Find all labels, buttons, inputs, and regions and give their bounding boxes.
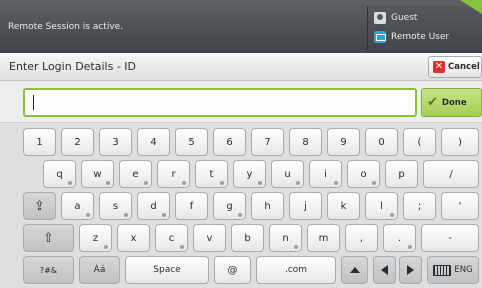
key[interactable]: n: [269, 224, 302, 252]
text-caret: [33, 95, 34, 110]
keyboard-icon: [433, 264, 452, 276]
key[interactable]: l: [365, 192, 398, 220]
key[interactable]: 7: [251, 128, 284, 156]
key[interactable]: p: [385, 160, 418, 188]
key[interactable]: ): [441, 128, 479, 156]
key[interactable]: s: [99, 192, 132, 220]
at-key[interactable]: @: [214, 256, 251, 284]
on-screen-keyboard: 1 2 3 4 5 6 7 8 9 0 ( ) q w e r t y u i …: [0, 122, 482, 288]
caps-lock-icon: ⇪: [34, 198, 45, 214]
key[interactable]: q: [43, 160, 76, 188]
close-icon: ✕: [433, 61, 445, 73]
key[interactable]: 6: [213, 128, 246, 156]
key[interactable]: x: [117, 224, 150, 252]
key[interactable]: m: [307, 224, 340, 252]
guest-row: Guest: [374, 12, 417, 24]
accents-key[interactable]: Àá: [79, 256, 120, 284]
cursor-right-key[interactable]: [399, 256, 422, 284]
dotcom-key[interactable]: .com: [256, 256, 336, 284]
remote-session-message: Remote Session is active.: [8, 22, 124, 32]
key[interactable]: 2: [61, 128, 94, 156]
corner-accent: [460, 0, 482, 14]
key[interactable]: u: [271, 160, 304, 188]
key[interactable]: ;: [403, 192, 436, 220]
cursor-up-key[interactable]: [341, 256, 368, 284]
shift-icon: ⇧: [43, 230, 54, 246]
key[interactable]: (: [403, 128, 436, 156]
space-key[interactable]: Space: [125, 256, 209, 284]
done-label: Done: [441, 97, 467, 108]
key[interactable]: 3: [99, 128, 132, 156]
symbols-key[interactable]: ?#&: [23, 256, 74, 284]
key[interactable]: -: [421, 224, 479, 252]
key[interactable]: 5: [175, 128, 208, 156]
triangle-left-icon: [381, 265, 388, 275]
guest-user-icon: [374, 12, 386, 24]
key[interactable]: c: [155, 224, 188, 252]
status-bar: Remote Session is active. Guest Remote U…: [0, 0, 482, 53]
key[interactable]: ,: [345, 224, 378, 252]
key[interactable]: .: [383, 224, 416, 252]
title-bar: Enter Login Details - ID ✕ Cancel: [0, 53, 482, 81]
key[interactable]: g: [213, 192, 246, 220]
cursor-left-key[interactable]: [373, 256, 396, 284]
checkmark-icon: ✔: [427, 95, 438, 110]
cancel-button[interactable]: ✕ Cancel: [428, 56, 482, 78]
cancel-label: Cancel: [448, 62, 480, 72]
key[interactable]: 1: [23, 128, 56, 156]
key[interactable]: w: [81, 160, 114, 188]
remote-user-label: Remote User: [391, 32, 450, 42]
key[interactable]: y: [233, 160, 266, 188]
key[interactable]: h: [251, 192, 284, 220]
remote-user-icon: [374, 31, 386, 43]
key[interactable]: ': [441, 192, 479, 220]
key[interactable]: a: [61, 192, 94, 220]
key[interactable]: o: [347, 160, 380, 188]
key[interactable]: 9: [327, 128, 360, 156]
caps-lock-key[interactable]: ⇪: [23, 192, 56, 220]
language-key[interactable]: ENG: [427, 256, 479, 284]
key[interactable]: r: [157, 160, 190, 188]
key[interactable]: v: [193, 224, 226, 252]
page-title: Enter Login Details - ID: [9, 60, 137, 73]
key[interactable]: i: [309, 160, 342, 188]
login-id-input[interactable]: [23, 88, 417, 117]
key[interactable]: z: [79, 224, 112, 252]
key[interactable]: t: [195, 160, 228, 188]
shift-key[interactable]: ⇧: [23, 224, 74, 252]
key[interactable]: d: [137, 192, 170, 220]
input-area: ✔ Done: [0, 82, 482, 122]
key[interactable]: 8: [289, 128, 322, 156]
key[interactable]: b: [231, 224, 264, 252]
key[interactable]: j: [289, 192, 322, 220]
remote-user-row: Remote User: [374, 31, 449, 43]
key[interactable]: 0: [365, 128, 398, 156]
key[interactable]: /: [423, 160, 479, 188]
key[interactable]: f: [175, 192, 208, 220]
key[interactable]: e: [119, 160, 152, 188]
key[interactable]: 4: [137, 128, 170, 156]
guest-label: Guest: [391, 13, 418, 23]
done-button[interactable]: ✔ Done: [421, 88, 482, 117]
triangle-right-icon: [407, 265, 414, 275]
key[interactable]: k: [327, 192, 360, 220]
triangle-up-icon: [349, 267, 360, 273]
